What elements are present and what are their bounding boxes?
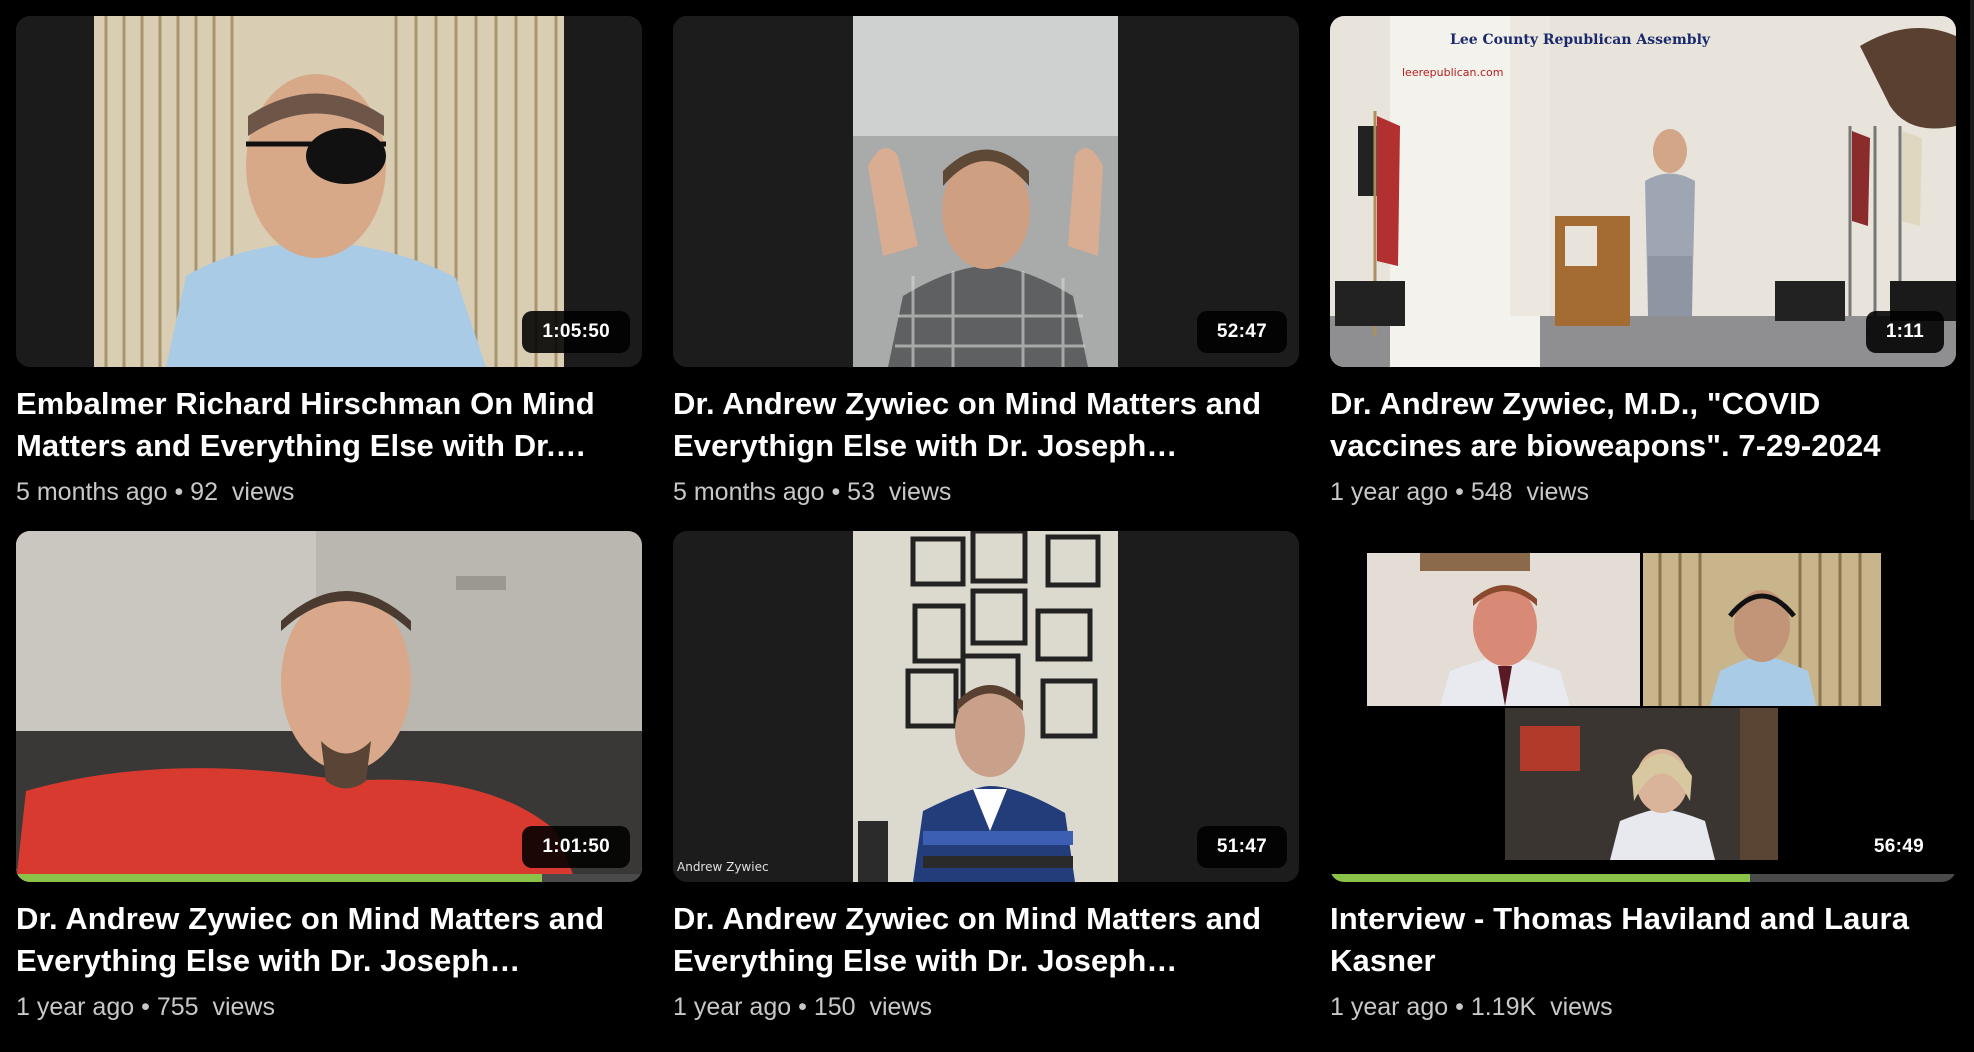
thumbnail-overlay-site: leerepublican.com (1402, 66, 1503, 79)
video-thumbnail[interactable]: 52:47 (673, 16, 1299, 367)
video-age: 1 year ago (673, 993, 792, 1021)
video-views-label: views (1550, 993, 1613, 1021)
video-card[interactable]: 1:05:50 Embalmer Richard Hirschman On Mi… (16, 16, 642, 507)
video-views-label: views (1526, 478, 1589, 506)
meta-separator: • (141, 993, 150, 1021)
video-card[interactable]: Lee County Republican Assembly leerepubl… (1330, 16, 1956, 507)
video-views-count: 53 (847, 478, 875, 506)
video-meta: 5 months ago • 92 views (16, 477, 642, 507)
video-meta: 1 year ago • 1.19K views (1330, 992, 1956, 1022)
video-age: 5 months ago (16, 478, 168, 506)
video-thumbnail[interactable]: 1:05:50 (16, 16, 642, 367)
video-views-count: 92 (190, 478, 218, 506)
video-grid: 1:05:50 Embalmer Richard Hirschman On Mi… (16, 16, 1956, 1022)
video-card[interactable]: 52:47 Dr. Andrew Zywiec on Mind Matters … (673, 16, 1299, 507)
video-views-label: views (888, 478, 952, 506)
video-views-label: views (231, 478, 295, 506)
video-meta: 1 year ago • 150 views (673, 992, 1299, 1022)
video-age: 1 year ago (16, 993, 135, 1021)
video-duration: 56:49 (1853, 826, 1944, 868)
scrollbar-track[interactable] (1970, 0, 1974, 520)
video-title[interactable]: Dr. Andrew Zywiec on Mind Matters and Ev… (16, 898, 642, 982)
video-duration: 51:47 (1196, 826, 1287, 868)
thumbnail-image: Lee County Republican Assembly leerepubl… (1330, 16, 1956, 367)
meta-separator: • (1455, 993, 1464, 1021)
video-card[interactable]: 56:49 Interview - Thomas Haviland and La… (1330, 531, 1956, 1022)
video-duration: 1:11 (1865, 311, 1944, 353)
video-card[interactable]: Andrew Zywiec 51:47 Dr. Andrew Zywiec on… (673, 531, 1299, 1022)
video-thumbnail[interactable]: Andrew Zywiec 51:47 (673, 531, 1299, 882)
video-views-count: 1.19K (1470, 993, 1537, 1021)
video-duration: 1:01:50 (522, 826, 630, 868)
video-views-count: 548 (1470, 478, 1513, 506)
video-views-label: views (212, 993, 275, 1021)
video-views-count: 755 (156, 993, 199, 1021)
video-thumbnail[interactable]: Lee County Republican Assembly leerepubl… (1330, 16, 1956, 367)
video-views-count: 150 (813, 993, 856, 1021)
thumbnail-overlay-title: Lee County Republican Assembly (1450, 32, 1711, 48)
video-age: 1 year ago (1330, 478, 1449, 506)
video-title[interactable]: Embalmer Richard Hirschman On Mind Matte… (16, 383, 642, 467)
video-title[interactable]: Interview - Thomas Haviland and Laura Ka… (1330, 898, 1956, 982)
video-age: 1 year ago (1330, 993, 1449, 1021)
meta-separator: • (1455, 478, 1464, 506)
video-duration: 1:05:50 (522, 311, 630, 353)
video-thumbnail[interactable]: 1:01:50 (16, 531, 642, 882)
video-card[interactable]: 1:01:50 Dr. Andrew Zywiec on Mind Matter… (16, 531, 642, 1022)
thumbnail-caption: Andrew Zywiec (677, 860, 769, 874)
video-title[interactable]: Dr. Andrew Zywiec, M.D., "COVID vaccines… (1330, 383, 1956, 467)
video-age: 5 months ago (673, 478, 825, 506)
video-views-label: views (869, 993, 932, 1021)
video-thumbnail[interactable]: 56:49 (1330, 531, 1956, 882)
meta-separator: • (798, 993, 807, 1021)
video-meta: 5 months ago • 53 views (673, 477, 1299, 507)
video-title[interactable]: Dr. Andrew Zywiec on Mind Matters and Ev… (673, 898, 1299, 982)
video-meta: 1 year ago • 755 views (16, 992, 642, 1022)
meta-separator: • (831, 478, 841, 506)
video-title[interactable]: Dr. Andrew Zywiec on Mind Matters and Ev… (673, 383, 1299, 467)
video-meta: 1 year ago • 548 views (1330, 477, 1956, 507)
video-duration: 52:47 (1196, 311, 1287, 353)
meta-separator: • (174, 478, 184, 506)
